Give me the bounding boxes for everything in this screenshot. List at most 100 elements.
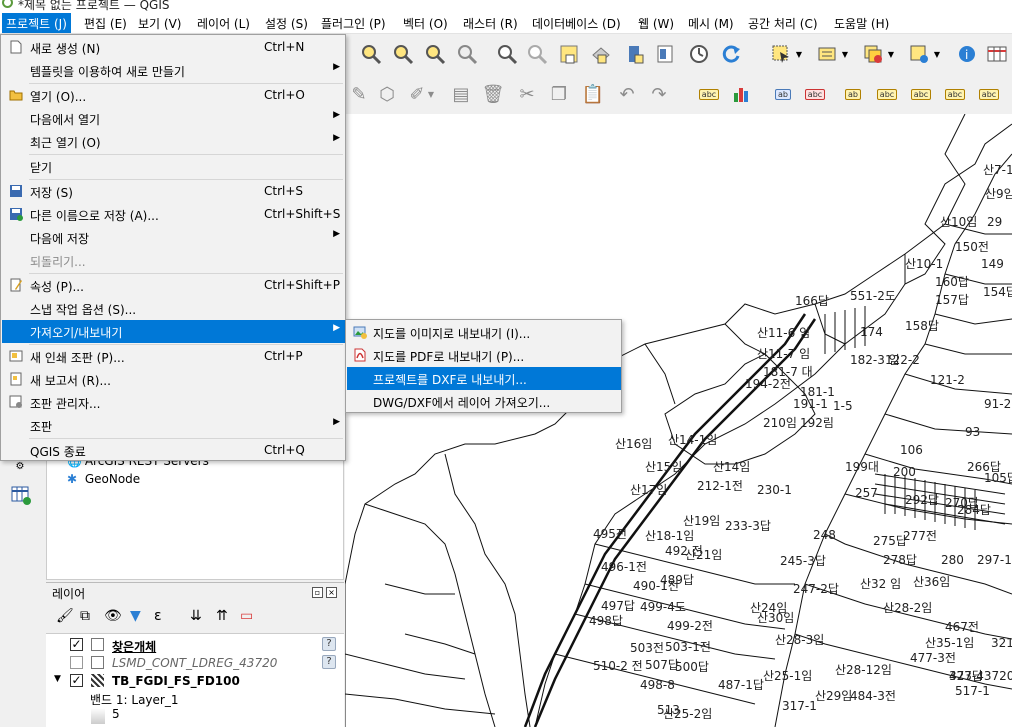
move-label-icon[interactable]: ab xyxy=(839,80,867,108)
zoom-full-icon[interactable] xyxy=(357,40,385,68)
zoom-native-icon[interactable] xyxy=(453,40,481,68)
zoom-in-icon[interactable] xyxy=(389,40,417,68)
layer-visibility-checkbox[interactable] xyxy=(70,656,83,669)
visibility-icon[interactable]: 👁 xyxy=(104,608,122,624)
menu-item-new-report[interactable]: 새 보고서 (R)... xyxy=(2,368,345,391)
vertex-tool-icon[interactable]: ✎ xyxy=(345,80,373,108)
menu-project[interactable]: 프로젝트 (J) xyxy=(2,13,71,33)
new-bookmark-icon[interactable] xyxy=(621,40,649,68)
redo-icon[interactable]: ↷ xyxy=(645,80,673,108)
menu-item-new[interactable]: 새로 생성 (N) Ctrl+N xyxy=(2,36,345,59)
layer-visibility-checkbox[interactable]: ✓ xyxy=(70,638,83,651)
menu-item-label: 템플릿을 이용하여 새로 만들기 xyxy=(30,65,185,79)
menu-item-exit[interactable]: QGIS 종료 Ctrl+Q xyxy=(2,439,345,462)
menu-item-close[interactable]: 닫기 xyxy=(2,155,345,178)
deselect-dropdown-icon[interactable]: ▼ xyxy=(885,40,897,68)
select-features-icon[interactable] xyxy=(767,40,795,68)
browser-item-geonode[interactable]: ✱ GeoNode xyxy=(67,472,140,486)
filter-legend-icon[interactable]: ▼ xyxy=(130,608,141,624)
select-value-dropdown-icon[interactable]: ▼ xyxy=(839,40,851,68)
move-label-arrow-icon[interactable]: abc xyxy=(907,80,935,108)
submenu-item-export-image[interactable]: 지도를 이미지로 내보내기 (I)... xyxy=(347,321,621,344)
expand-arrow-icon[interactable]: ▼ xyxy=(54,674,61,684)
remove-layer-icon[interactable]: ▭ xyxy=(240,608,253,624)
menu-raster[interactable]: 래스터 (R) xyxy=(463,15,518,32)
close-panel-icon[interactable]: × xyxy=(326,587,337,598)
menu-vector[interactable]: 벡터 (O) xyxy=(403,15,448,32)
zoom-to-layer-icon[interactable] xyxy=(555,40,583,68)
menu-item-recent[interactable]: 최근 열기 (O) ▶ xyxy=(2,130,345,153)
menu-item-new-from-template[interactable]: 템플릿을 이용하여 새로 만들기 ▶ xyxy=(2,59,345,82)
menu-layer[interactable]: 레이어 (L) xyxy=(197,15,250,32)
add-table-icon[interactable] xyxy=(8,482,34,508)
menu-item-layouts[interactable]: 조판 ▶ xyxy=(2,414,345,437)
layer-row[interactable]: ▼ ✓ TB_FGDI_FS_FD100 xyxy=(46,672,344,690)
temporal-controller-icon[interactable] xyxy=(685,40,713,68)
modify-attributes-icon[interactable]: ▤ xyxy=(447,80,475,108)
select-dropdown-icon[interactable]: ▼ xyxy=(793,40,805,68)
menu-item-layout-manager[interactable]: 조판 관리자... xyxy=(2,391,345,414)
menu-item-open[interactable]: 열기 (O)... Ctrl+O xyxy=(2,84,345,107)
add-group-icon[interactable]: ⧉ xyxy=(80,608,90,624)
menu-item-save-as[interactable]: 다른 이름으로 저장 (A)... Ctrl+Shift+S xyxy=(2,203,345,226)
zoom-last-icon[interactable] xyxy=(493,40,521,68)
menu-item-properties[interactable]: 속성 (P)... Ctrl+Shift+P xyxy=(2,274,345,297)
layer-row[interactable]: ✓ 찾은개체 ? xyxy=(46,636,344,654)
parcel-label: 산10임 xyxy=(940,215,977,229)
add-ring-icon[interactable]: ⬡ xyxy=(373,80,401,108)
float-panel-icon[interactable]: ▫ xyxy=(312,587,323,598)
menu-processing[interactable]: 공간 처리 (C) xyxy=(748,15,818,32)
menu-edit[interactable]: 편집 (E) xyxy=(84,15,127,32)
submenu-item-import-dwg[interactable]: DWG/DXF에서 레이어 가져오기... xyxy=(347,390,621,413)
layer-warning-icon[interactable]: ? xyxy=(322,655,336,669)
label-toolbar-icon[interactable]: abc xyxy=(695,80,723,108)
show-bookmarks-icon[interactable] xyxy=(651,40,679,68)
layer-warning-icon[interactable]: ? xyxy=(322,637,336,651)
change-label-icon[interactable]: abc xyxy=(975,80,1003,108)
reshape-dropdown-icon[interactable]: ▼ xyxy=(425,80,437,108)
map-canvas[interactable]: 산7-1 산9임 산10임 29 150전 산10-1 149 160답 154답 551-2도 1… xyxy=(345,114,1012,727)
menu-mesh[interactable]: 메시 (M) xyxy=(688,15,734,32)
zoom-to-selection-icon[interactable] xyxy=(587,40,615,68)
cut-icon[interactable]: ✂ xyxy=(513,80,541,108)
show-hide-labels-icon[interactable]: abc xyxy=(873,80,901,108)
menu-help[interactable]: 도움말 (H) xyxy=(834,15,889,32)
parcel-label: 산25-2임 xyxy=(663,707,712,721)
expand-all-icon[interactable]: ⇊ xyxy=(190,608,202,624)
undo-icon[interactable]: ↶ xyxy=(613,80,641,108)
menu-item-snapping[interactable]: 스냅 작업 옵션 (S)... xyxy=(2,297,345,320)
highlight-pinned-icon[interactable]: abc xyxy=(801,80,829,108)
zoom-out-icon[interactable] xyxy=(421,40,449,68)
refresh-icon[interactable] xyxy=(717,40,745,68)
menu-item-save[interactable]: 저장 (S) Ctrl+S xyxy=(2,180,345,203)
copy-icon[interactable]: ❐ xyxy=(545,80,573,108)
menu-item-new-layout[interactable]: 새 인쇄 조판 (P)... Ctrl+P xyxy=(2,345,345,368)
location-dropdown-icon[interactable]: ▼ xyxy=(931,40,943,68)
select-location-icon[interactable] xyxy=(905,40,933,68)
style-manager-icon[interactable]: 🖌 xyxy=(56,608,74,624)
collapse-all-icon[interactable]: ⇈ xyxy=(216,608,228,624)
menu-database[interactable]: 데이터베이스 (D) xyxy=(532,15,621,32)
select-by-value-icon[interactable] xyxy=(813,40,841,68)
menu-item-import-export[interactable]: 가져오기/내보내기 ▶ xyxy=(2,320,345,343)
rotate-label-icon[interactable]: abc xyxy=(941,80,969,108)
menu-plugins[interactable]: 플러그인 (P) xyxy=(321,15,386,32)
menu-settings[interactable]: 설정 (S) xyxy=(265,15,308,32)
layer-row[interactable]: LSMD_CONT_LDREG_43720 ? xyxy=(46,654,344,672)
pin-labels-icon[interactable]: ab xyxy=(769,80,797,108)
menu-web[interactable]: 웹 (W) xyxy=(638,15,674,32)
submenu-item-export-dxf[interactable]: 프로젝트를 DXF로 내보내기... xyxy=(347,367,621,390)
deselect-icon[interactable] xyxy=(859,40,887,68)
menu-item-open-from[interactable]: 다음에서 열기 ▶ xyxy=(2,107,345,130)
menu-view[interactable]: 보기 (V) xyxy=(138,15,181,32)
zoom-next-icon[interactable] xyxy=(523,40,551,68)
submenu-item-export-pdf[interactable]: 지도를 PDF로 내보내기 (P)... xyxy=(347,344,621,367)
filter-expression-icon[interactable]: ε xyxy=(154,608,162,624)
menu-item-save-to[interactable]: 다음에 저장 ▶ xyxy=(2,226,345,249)
layer-visibility-checkbox[interactable]: ✓ xyxy=(70,674,83,687)
paste-icon[interactable]: 📋 xyxy=(579,80,607,108)
diagram-icon[interactable] xyxy=(727,80,755,108)
attribute-table-icon[interactable] xyxy=(983,40,1011,68)
identify-icon[interactable]: i xyxy=(953,40,981,68)
delete-icon[interactable]: 🗑 xyxy=(479,80,507,108)
